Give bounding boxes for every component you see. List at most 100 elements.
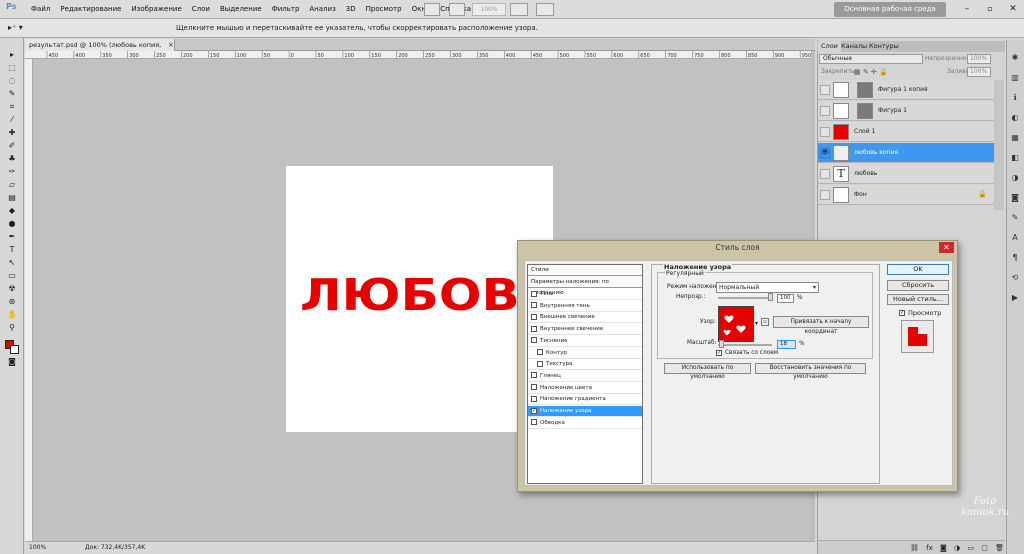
visibility-toggle[interactable] xyxy=(820,127,830,137)
paragraph-icon[interactable]: ¶ xyxy=(1009,252,1021,264)
eraser-tool-icon[interactable]: ▱ xyxy=(4,180,20,190)
brush-tool-icon[interactable]: ✐ xyxy=(4,141,20,151)
opacity-slider-thumb[interactable] xyxy=(768,293,773,301)
style-item[interactable]: Внутренняя тень xyxy=(528,301,642,312)
checkbox[interactable] xyxy=(537,349,543,355)
minimize-icon[interactable]: – xyxy=(960,3,974,15)
layers-scrollbar[interactable] xyxy=(994,80,1004,210)
pen-tool-icon[interactable]: ✒ xyxy=(4,232,20,242)
opacity-slider-track[interactable] xyxy=(718,297,772,299)
checkbox[interactable] xyxy=(531,290,537,297)
screen-mode-icon[interactable] xyxy=(536,3,554,16)
checkbox-checked[interactable]: ✓ xyxy=(716,349,722,356)
arrange-icon[interactable] xyxy=(449,3,465,16)
swatches-icon[interactable]: ▦ xyxy=(1009,132,1021,144)
checkbox[interactable] xyxy=(531,337,537,344)
hand-tool-icon[interactable]: ✋ xyxy=(4,310,20,320)
style-item[interactable]: ✓ Наложение узора xyxy=(528,406,642,417)
layer-blend-mode-select[interactable]: Обычные xyxy=(819,54,923,64)
checkbox-checked[interactable]: ✓ xyxy=(531,407,537,414)
style-item[interactable]: Обводка xyxy=(528,418,642,429)
cancel-button[interactable]: Сбросить xyxy=(887,280,949,291)
brushes-icon[interactable]: ✎ xyxy=(1009,212,1021,224)
document-tab[interactable]: результат.psd @ 100% (любовь копия, RGB/… xyxy=(25,39,175,61)
checkbox[interactable] xyxy=(531,302,537,309)
visibility-toggle[interactable] xyxy=(820,190,830,200)
style-item[interactable]: Контур xyxy=(528,348,642,359)
dodge-tool-icon[interactable]: ● xyxy=(4,219,20,229)
maximize-icon[interactable]: ▫ xyxy=(983,3,997,15)
mask-icon[interactable]: ◙ xyxy=(940,544,947,552)
fx-icon[interactable]: fx xyxy=(926,544,933,552)
style-item[interactable]: Тень xyxy=(528,289,642,300)
menu-file[interactable]: Файл xyxy=(26,0,55,19)
stamp-tool-icon[interactable]: ♣ xyxy=(4,154,20,164)
pattern-swatch[interactable] xyxy=(718,306,754,342)
character-icon[interactable]: A xyxy=(1009,232,1021,244)
blend-mode-select[interactable]: Нормальный ▾ xyxy=(716,282,819,293)
path-select-tool-icon[interactable]: ↖ xyxy=(4,258,20,268)
marquee-tool-icon[interactable]: ⬚ xyxy=(4,63,20,73)
status-zoom[interactable]: 100% xyxy=(29,541,46,554)
styles-icon[interactable]: ◧ xyxy=(1009,152,1021,164)
menu-select[interactable]: Выделение xyxy=(215,0,267,19)
crop-tool-icon[interactable]: ⌗ xyxy=(4,102,20,112)
healing-tool-icon[interactable]: ✚ xyxy=(4,128,20,138)
checkbox[interactable] xyxy=(531,384,537,391)
scale-slider-thumb[interactable] xyxy=(719,340,724,348)
lock-icons[interactable]: ▦ ✎ ✛ 🔒 xyxy=(854,67,888,77)
layer-opacity-input[interactable]: 100% xyxy=(967,54,991,64)
tool-preset-icon[interactable]: ▸⁺ ▾ xyxy=(8,21,32,35)
scale-slider-track[interactable] xyxy=(718,344,772,346)
move-tool-icon[interactable]: ▸ xyxy=(4,50,20,60)
view-extras-icon[interactable] xyxy=(510,3,528,16)
type-tool-icon[interactable]: T xyxy=(4,245,20,255)
style-item[interactable]: Глянец xyxy=(528,371,642,382)
dialog-close-icon[interactable]: ✕ xyxy=(939,242,954,253)
visibility-toggle[interactable] xyxy=(820,169,830,179)
visibility-toggle[interactable] xyxy=(820,85,830,95)
style-item[interactable]: Тиснение xyxy=(528,336,642,347)
workspace-button[interactable]: Основная рабочая среда xyxy=(834,2,946,17)
checkbox-checked[interactable]: ✓ xyxy=(899,310,905,316)
actions-icon[interactable]: ▶ xyxy=(1009,292,1021,304)
make-default-button[interactable]: Использовать по умолчанию xyxy=(664,363,751,380)
menu-view[interactable]: Просмотр xyxy=(361,0,407,19)
visibility-toggle[interactable] xyxy=(820,106,830,116)
style-item[interactable]: Наложение градиента xyxy=(528,394,642,406)
style-item[interactable]: Текстура xyxy=(528,359,642,371)
menu-image[interactable]: Изображение xyxy=(126,0,186,19)
dialog-title[interactable]: Стиль слоя xyxy=(518,241,957,255)
checkbox[interactable] xyxy=(531,395,537,402)
style-item[interactable]: Внешнее свечение xyxy=(528,312,642,324)
menu-layers[interactable]: Слои xyxy=(187,0,215,19)
scale-input[interactable]: 18 xyxy=(777,340,796,349)
menu-analysis[interactable]: Анализ xyxy=(304,0,340,19)
navigator-icon[interactable]: ✱ xyxy=(1009,52,1021,64)
checkbox[interactable] xyxy=(531,419,537,426)
tab-close-icon[interactable]: × xyxy=(168,39,174,51)
reset-to-default-button[interactable]: Восстановить значения по умолчанию xyxy=(755,363,866,380)
preview-checkbox[interactable]: ✓ Просмотр xyxy=(899,309,941,318)
new-preset-icon[interactable]: ▫ xyxy=(761,318,769,326)
link-layers-icon[interactable]: ⛓ xyxy=(910,544,919,552)
history-icon[interactable]: ⟲ xyxy=(1009,272,1021,284)
ok-button[interactable]: OK xyxy=(887,264,949,275)
lasso-tool-icon[interactable]: ◌ xyxy=(4,76,20,86)
checkbox[interactable] xyxy=(531,325,537,332)
style-item[interactable]: Внутреннее свечение xyxy=(528,324,642,336)
color-icon[interactable]: ◐ xyxy=(1009,112,1021,124)
zoom-tool-icon[interactable]: ⚲ xyxy=(4,323,20,333)
bridge-icon[interactable] xyxy=(424,3,440,16)
history-brush-tool-icon[interactable]: ✑ xyxy=(4,167,20,177)
masks-icon[interactable]: ◙ xyxy=(1009,192,1021,204)
snap-to-origin-button[interactable]: Привязать к началу координат xyxy=(773,316,869,335)
gradient-tool-icon[interactable]: ▤ xyxy=(4,193,20,203)
pattern-dropdown-icon[interactable]: ▾ xyxy=(755,320,758,328)
checkbox[interactable] xyxy=(537,360,543,367)
eyedropper-tool-icon[interactable]: ⁄ xyxy=(4,115,20,125)
styles-header[interactable]: Стили xyxy=(528,265,642,276)
quick-select-tool-icon[interactable]: ✎ xyxy=(4,89,20,99)
close-icon[interactable]: ✕ xyxy=(1006,3,1020,15)
histogram-icon[interactable]: ▥ xyxy=(1009,72,1021,84)
